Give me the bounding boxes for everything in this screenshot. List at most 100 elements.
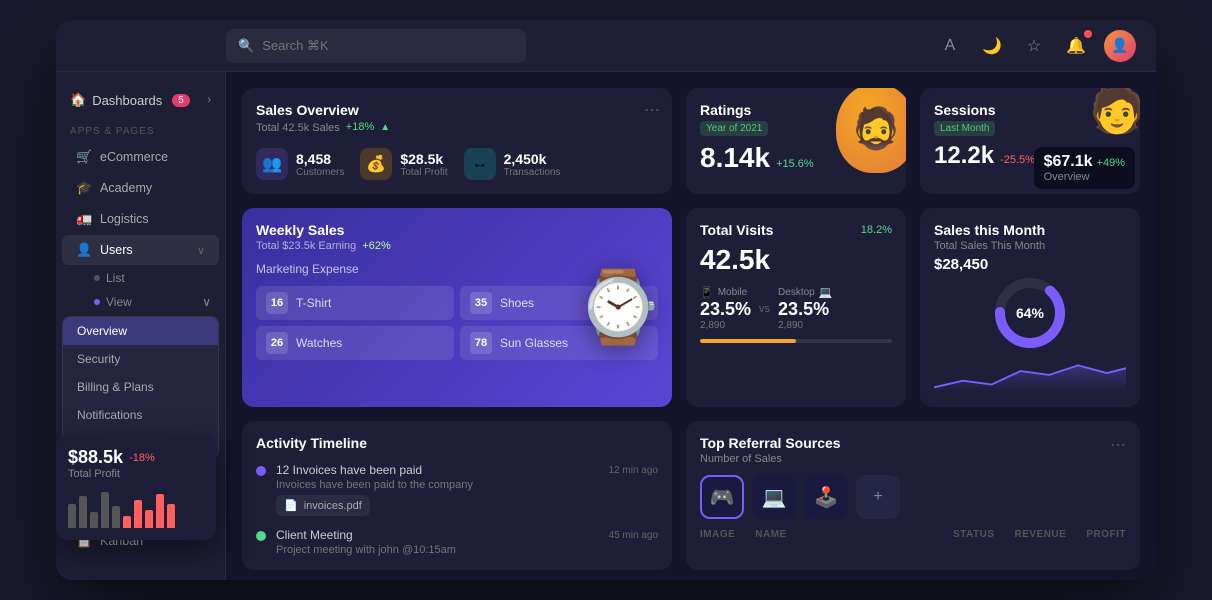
- attachment-filename: invoices.pdf: [304, 500, 362, 512]
- star-icon[interactable]: ☆: [1020, 32, 1048, 60]
- dropdown-item-notifications[interactable]: Notifications: [63, 401, 218, 429]
- col-profit: PROFIT: [1086, 529, 1126, 540]
- sidebar-item-academy[interactable]: 🎓 Academy: [62, 173, 219, 203]
- bar-9: [156, 494, 164, 528]
- timeline-item-invoices: 12 Invoices have been paid 12 min ago In…: [256, 463, 658, 516]
- moon-icon[interactable]: 🌙: [978, 32, 1006, 60]
- col-revenue: REVENUE: [1014, 529, 1066, 540]
- search-bar[interactable]: 🔍: [226, 29, 526, 63]
- add-referral-button[interactable]: +: [856, 475, 900, 519]
- weekly-trend: +62%: [362, 240, 390, 252]
- overview-amount: $67.1k: [1044, 153, 1093, 171]
- sidebar-sub-item-list[interactable]: List: [56, 266, 225, 290]
- timeline-dot-invoices: [256, 466, 266, 476]
- sales-month-card: Sales this Month Total Sales This Month …: [920, 208, 1140, 407]
- sales-month-title: Sales this Month: [934, 222, 1126, 238]
- sidebar-item-label: Academy: [100, 181, 152, 195]
- attachment-invoices[interactable]: 📄 invoices.pdf: [276, 495, 370, 516]
- ratings-value: 8.14k: [700, 142, 770, 174]
- sidebar-sub-label: View: [106, 295, 132, 309]
- vs-text: vs: [759, 303, 770, 315]
- timeline-desc-meeting: Project meeting with john @10:15am: [276, 544, 658, 556]
- sidebar-item-logistics[interactable]: 🚛 Logistics: [62, 204, 219, 234]
- referral-menu[interactable]: ⋯: [1110, 435, 1126, 455]
- content-area: ⋯ Sales Overview Total 42.5k Sales +18% …: [226, 72, 1156, 580]
- donut-chart-container: 64%: [934, 273, 1126, 353]
- sessions-card: Sessions Last Month 12.2k -25.5% $67.1k …: [920, 88, 1140, 194]
- total-visits-card: Total Visits 18.2% 42.5k 📱 Mobile 23.5% …: [686, 208, 906, 407]
- shoes-label: Shoes: [500, 296, 534, 310]
- product-watches: 26 Watches: [256, 326, 454, 360]
- translate-icon[interactable]: A: [936, 32, 964, 60]
- search-input[interactable]: [262, 38, 514, 53]
- customers-label: Customers: [296, 167, 344, 178]
- mobile-icon: 📱: [700, 286, 714, 299]
- sidebar-section-label: APPS & PAGES: [56, 116, 225, 141]
- referral-icon-app1[interactable]: 🎮: [700, 475, 744, 519]
- bar-10: [167, 504, 175, 528]
- timeline-time-meeting: 45 min ago: [609, 530, 658, 541]
- visits-trend: 18.2%: [861, 224, 892, 236]
- timeline-content-invoices: 12 Invoices have been paid 12 min ago In…: [276, 463, 658, 516]
- mini-bar-chart: [68, 488, 204, 528]
- total-visits-title: Total Visits: [700, 222, 773, 238]
- sales-overview-card: ⋯ Sales Overview Total 42.5k Sales +18% …: [242, 88, 672, 194]
- timeline-title-invoices: 12 Invoices have been paid: [276, 463, 422, 477]
- transactions-icon: ↔: [464, 148, 496, 180]
- bar-4: [101, 492, 109, 528]
- dashboards-label: Dashboards: [92, 93, 162, 108]
- sales-trend: +18%: [346, 121, 374, 133]
- watches-num: 26: [266, 332, 288, 354]
- sales-line-chart: [934, 353, 1126, 393]
- mobile-pct: 23.5%: [700, 299, 751, 320]
- stat-profit: 💰 $28.5k Total Profit: [360, 148, 447, 180]
- activity-title: Activity Timeline: [256, 435, 658, 451]
- dropdown-item-security[interactable]: Security: [63, 345, 218, 373]
- mobile-count: 2,890: [700, 320, 751, 331]
- top-referral-card: Top Referral Sources Number of Sales ⋯ 🎮…: [686, 421, 1140, 570]
- home-icon: 🏠: [70, 92, 86, 108]
- dropdown-item-billing[interactable]: Billing & Plans: [63, 373, 218, 401]
- referral-icons-row: 🎮 💻 🕹️ +: [700, 475, 1126, 519]
- customers-value: 8,458: [296, 151, 344, 167]
- desktop-count: 2,890: [778, 320, 832, 331]
- bar-7: [134, 500, 142, 528]
- dropdown-item-overview[interactable]: Overview: [63, 317, 218, 345]
- avatar[interactable]: 👤: [1104, 30, 1136, 62]
- character-3d-avatar: 🧔: [836, 88, 906, 173]
- sidebar-item-ecommerce[interactable]: 🛒 eCommerce: [62, 142, 219, 172]
- floating-profit-card: $88.5k -18% Total Profit: [56, 435, 216, 540]
- ratings-card: Ratings Year of 2021 8.14k +15.6% 🧔: [686, 88, 906, 194]
- floating-profit-trend: -18%: [129, 452, 155, 464]
- sidebar-item-dashboards[interactable]: 🏠 Dashboards 5 ›: [56, 84, 225, 116]
- character-3d-sessions: 🧑: [1089, 88, 1140, 136]
- card-menu-dots[interactable]: ⋯: [644, 100, 660, 120]
- bell-icon[interactable]: 🔔: [1062, 32, 1090, 60]
- topbar-icons: A 🌙 ☆ 🔔 👤: [936, 30, 1136, 62]
- col-image: IMAGE: [700, 529, 735, 540]
- sunglasses-label: Sun Glasses: [500, 336, 568, 350]
- sessions-trend: -25.5%: [1000, 154, 1035, 166]
- list-dot: [94, 275, 100, 281]
- product-tshirt: 16 T-Shirt: [256, 286, 454, 320]
- sunglasses-num: 78: [470, 332, 492, 354]
- shoes-num: 35: [470, 292, 492, 314]
- topbar: 🔍 A 🌙 ☆ 🔔 👤: [56, 20, 1156, 72]
- bar-3: [90, 512, 98, 528]
- referral-table-header: IMAGE NAME STATUS REVENUE PROFIT: [700, 529, 1126, 540]
- weekly-sales-title: Weekly Sales: [256, 222, 658, 238]
- stat-transactions: ↔ 2,450k Transactions: [464, 148, 561, 180]
- bar-2: [79, 496, 87, 528]
- floating-profit-value: $88.5k: [68, 447, 123, 468]
- sidebar-sub-item-view[interactable]: View ∨: [56, 290, 225, 314]
- view-dot: [94, 299, 100, 305]
- referral-icon-app3[interactable]: 🕹️: [804, 475, 848, 519]
- sidebar-item-label: eCommerce: [100, 150, 168, 164]
- profit-label: Total Profit: [400, 167, 447, 178]
- timeline-item-meeting: Client Meeting 45 min ago Project meetin…: [256, 528, 658, 556]
- referral-icon-app2[interactable]: 💻: [752, 475, 796, 519]
- users-icon: 👤: [76, 242, 92, 258]
- sidebar-item-users[interactable]: 👤 Users ∨: [62, 235, 219, 265]
- sales-month-amount: $28,450: [934, 256, 1126, 273]
- chevron-right-icon: ›: [207, 94, 211, 106]
